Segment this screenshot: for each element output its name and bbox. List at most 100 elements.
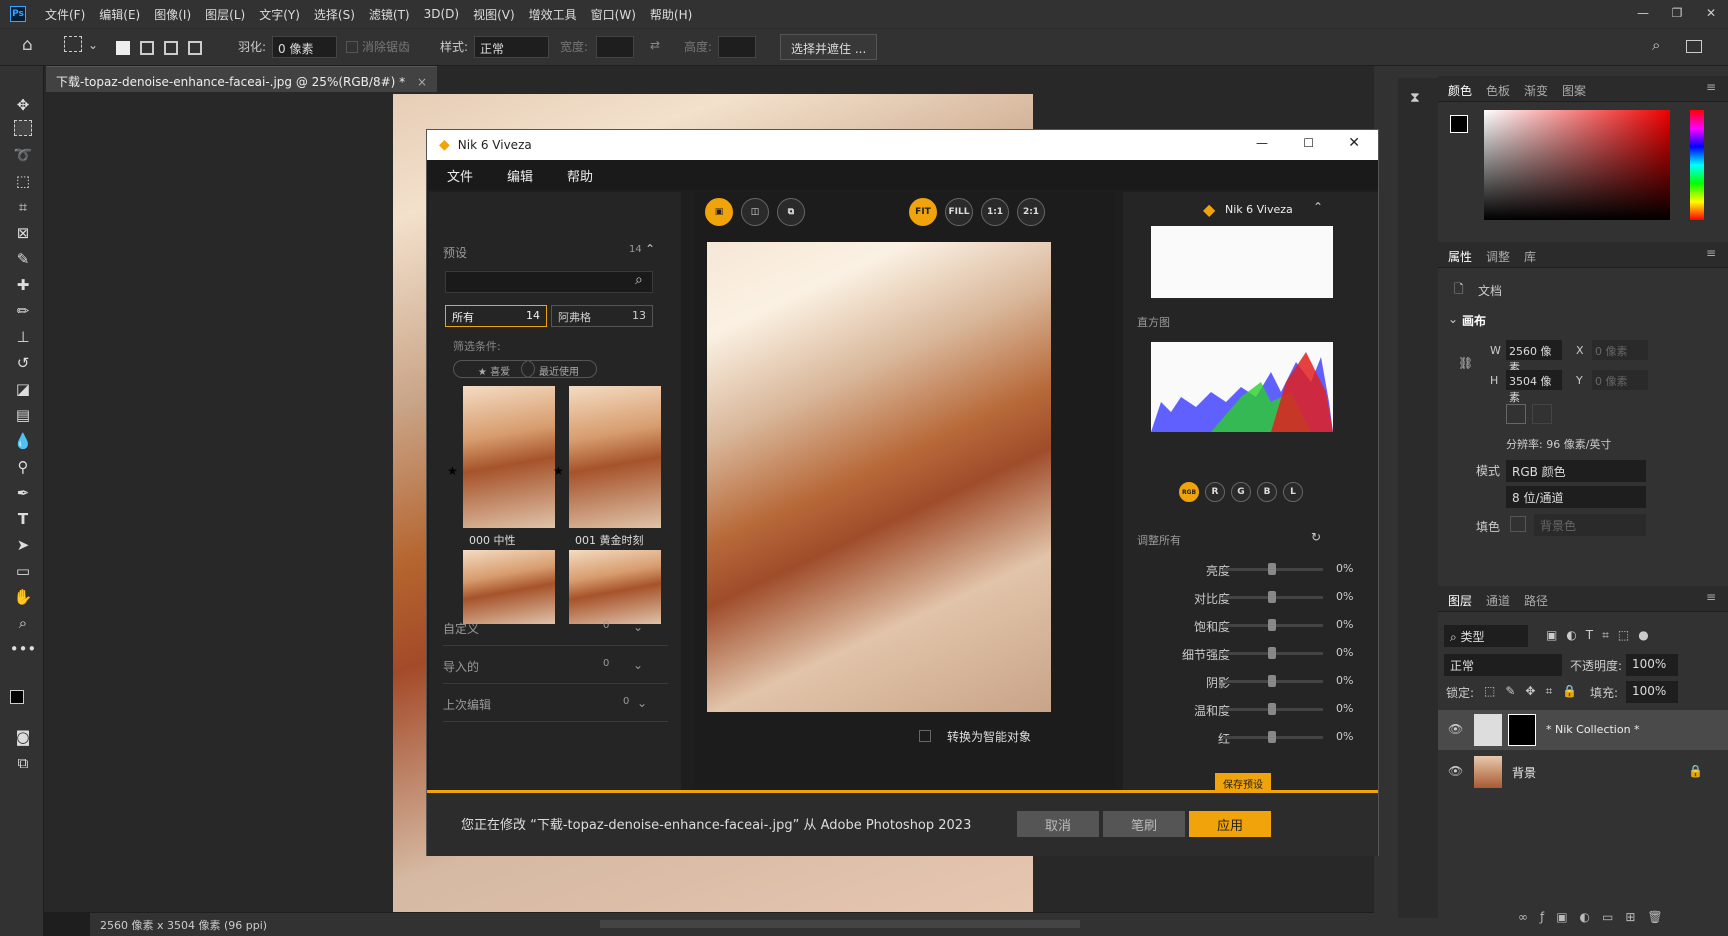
object-select-tool-icon[interactable]: ⬚ [12, 170, 34, 192]
path-select-icon[interactable]: ➤ [12, 534, 34, 556]
slider-brightness[interactable]: 亮度 0% [1123, 556, 1378, 582]
slider-handle[interactable] [1268, 619, 1276, 631]
minimize-icon[interactable]: — [1256, 136, 1268, 150]
loupe-view[interactable] [1151, 226, 1333, 298]
new-selection-icon[interactable] [116, 41, 130, 55]
chevron-down-icon[interactable]: ⌄ [88, 38, 98, 52]
eraser-tool-icon[interactable]: ◪ [12, 378, 34, 400]
more-tools-icon[interactable]: ••• [10, 638, 37, 660]
tab-paths[interactable]: 路径 [1524, 592, 1548, 609]
menu-3d[interactable]: 3D(D) [417, 7, 466, 21]
marquee-tool-icon[interactable] [14, 120, 32, 136]
layer-row[interactable]: 👁 * Nik Collection * [1438, 710, 1728, 750]
fill-select[interactable]: 背景色 [1534, 514, 1646, 536]
antialias-checkbox[interactable] [346, 41, 358, 53]
filter-all[interactable]: 所有 14 [445, 305, 547, 327]
menu-file[interactable]: 文件(F) [38, 6, 92, 23]
restore-icon[interactable]: ❐ [1660, 0, 1694, 26]
eyedropper-tool-icon[interactable]: ✎ [12, 248, 34, 270]
link-icon[interactable]: ⛓ [1458, 356, 1473, 370]
crop-tool-icon[interactable]: ⌗ [12, 196, 34, 218]
slider-handle[interactable] [1268, 647, 1276, 659]
mode-select[interactable]: RGB 颜色 [1506, 460, 1646, 482]
swap-icon[interactable]: ⇄ [650, 38, 660, 52]
depth-select[interactable]: 8 位/通道 [1506, 486, 1646, 508]
apply-button[interactable]: 应用 [1189, 811, 1271, 837]
imported-section[interactable]: 导入的 0 ⌄ [443, 658, 668, 684]
panel-menu-icon[interactable]: ≡ [1706, 80, 1716, 94]
filter-afu[interactable]: 阿弗格 13 [551, 305, 653, 327]
landscape-icon[interactable] [1532, 404, 1552, 424]
type-tool-icon[interactable]: T [12, 508, 34, 530]
hue-slider[interactable] [1690, 110, 1704, 220]
brush-tool-icon[interactable]: ✏ [12, 300, 34, 322]
dodge-tool-icon[interactable]: ⚲ [12, 456, 34, 478]
eye-icon[interactable]: 👁 [1448, 764, 1463, 778]
width-field[interactable]: 2560 像素 [1506, 340, 1562, 374]
intersect-selection-icon[interactable] [188, 41, 202, 55]
split-view-icon[interactable]: ◫ [741, 198, 769, 226]
tab-gradients[interactable]: 渐变 [1524, 82, 1548, 99]
history-brush-icon[interactable]: ↺ [12, 352, 34, 374]
tab-patterns[interactable]: 图案 [1562, 82, 1586, 99]
foreground-color-swatch[interactable] [10, 690, 24, 704]
preset-thumbnail[interactable] [463, 550, 555, 624]
panel-menu-icon[interactable]: ≡ [1706, 590, 1716, 604]
move-tool-icon[interactable]: ✥ [12, 94, 34, 116]
menu-window[interactable]: 窗口(W) [584, 6, 643, 23]
smart-object-checkbox[interactable] [919, 730, 931, 742]
nik-menu-edit[interactable]: 编辑 [487, 166, 547, 185]
cancel-button[interactable]: 取消 [1017, 811, 1099, 837]
channel-r[interactable]: R [1205, 482, 1225, 502]
blend-mode-select[interactable]: 正常 [1444, 654, 1562, 676]
zoom-2-1-button[interactable]: 2:1 [1017, 198, 1045, 226]
chevron-down-icon[interactable]: ⌄ [1448, 312, 1458, 326]
nik-menu-help[interactable]: 帮助 [547, 166, 607, 185]
menu-image[interactable]: 图像(I) [147, 6, 198, 23]
fill-swatch[interactable] [1510, 516, 1526, 532]
history-panel-icon[interactable]: ⧗ [1410, 90, 1420, 106]
channel-g[interactable]: G [1231, 482, 1251, 502]
panel-menu-icon[interactable]: ≡ [1706, 246, 1716, 260]
slider-red[interactable]: 红 0% [1123, 724, 1378, 750]
channel-rgb[interactable]: RGB [1179, 482, 1199, 502]
star-icon[interactable]: ★ [553, 464, 564, 478]
fill-opacity-field[interactable]: 100% [1626, 681, 1678, 703]
preset-search-input[interactable] [445, 271, 653, 293]
preset-thumbnail[interactable] [569, 386, 661, 528]
eye-icon[interactable]: 👁 [1448, 722, 1463, 736]
tab-swatches[interactable]: 色板 [1486, 82, 1510, 99]
menu-filter[interactable]: 滤镜(T) [362, 6, 417, 23]
zoom-fill-button[interactable]: FILL [945, 198, 973, 226]
slider-handle[interactable] [1268, 731, 1276, 743]
fg-swatch[interactable] [1450, 115, 1468, 133]
layer-filter-icons[interactable]: ▣◐T⌗⬚● [1546, 628, 1658, 643]
channel-l[interactable]: L [1283, 482, 1303, 502]
stamp-tool-icon[interactable]: ⊥ [12, 326, 34, 348]
menu-view[interactable]: 视图(V) [466, 6, 522, 23]
add-selection-icon[interactable] [140, 41, 154, 55]
tab-libraries[interactable]: 库 [1524, 248, 1536, 265]
slider-saturation[interactable]: 饱和度 0% [1123, 612, 1378, 638]
tab-properties[interactable]: 属性 [1448, 248, 1472, 265]
gradient-tool-icon[interactable]: ▤ [12, 404, 34, 426]
close-icon[interactable]: ✕ [1348, 135, 1360, 151]
horizontal-scrollbar[interactable] [600, 920, 1080, 928]
rectangle-tool-icon[interactable]: ▭ [12, 560, 34, 582]
height-input[interactable] [718, 36, 756, 58]
channel-b[interactable]: B [1257, 482, 1277, 502]
search-icon[interactable]: ⌕ [1652, 36, 1660, 54]
slider-warmth[interactable]: 温和度 0% [1123, 696, 1378, 722]
layer-actions-icons[interactable]: ∞ƒ▣◐▭⊞🗑 [1518, 910, 1675, 924]
zoom-tool-icon[interactable]: ⌕ [12, 612, 34, 634]
width-input[interactable] [596, 36, 634, 58]
slider-shadows[interactable]: 阴影 0% [1123, 668, 1378, 694]
zoom-fit-button[interactable]: FIT [909, 198, 937, 226]
menu-select[interactable]: 选择(S) [307, 6, 362, 23]
single-view-icon[interactable]: ▣ [705, 198, 733, 226]
layer-row[interactable]: 👁 背景 🔒 [1438, 752, 1728, 792]
menu-help[interactable]: 帮助(H) [643, 6, 699, 23]
y-field[interactable]: 0 像素 [1592, 370, 1648, 390]
preset-thumbnail[interactable] [569, 550, 661, 624]
tab-color[interactable]: 颜色 [1448, 82, 1472, 99]
